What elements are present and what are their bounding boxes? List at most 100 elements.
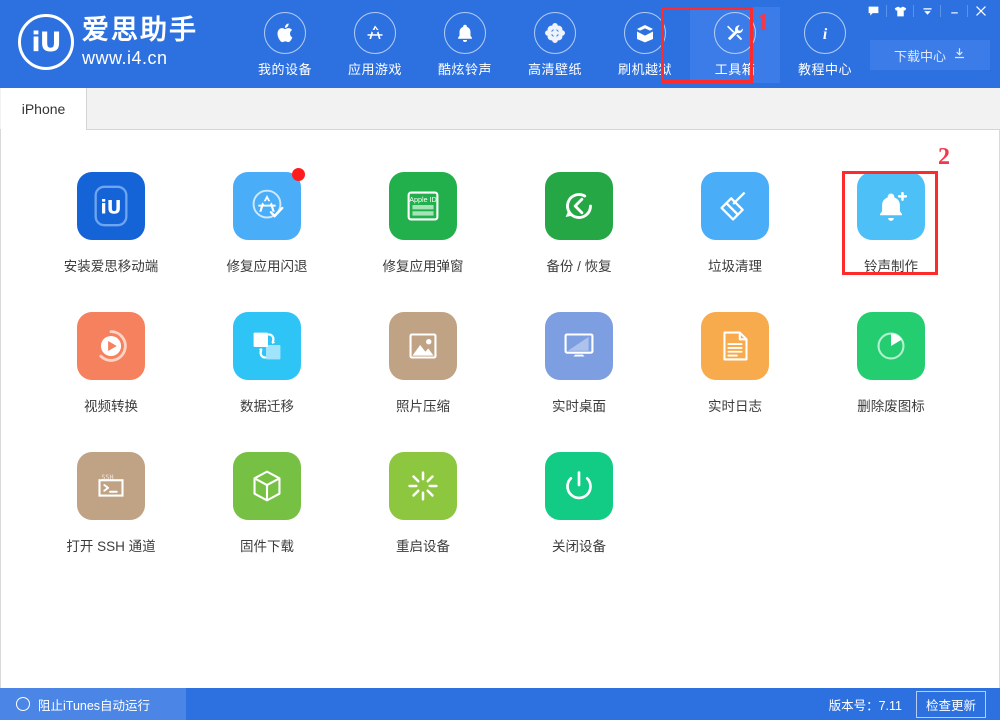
itunes-toggle[interactable]: 阻止iTunes自动运行 (0, 688, 186, 720)
tools-row: SSH 打开 SSH 通道 (1, 448, 1000, 588)
tool-label: 安装爱思移动端 (64, 255, 159, 275)
status-bar-right: 版本号：7.11 检查更新 (829, 691, 1000, 718)
skin-button[interactable] (887, 0, 913, 22)
nav-item-my-device[interactable]: 我的设备 (240, 7, 330, 83)
photo-icon (389, 312, 457, 380)
svg-text:i: i (823, 26, 828, 43)
tool-label: 关闭设备 (552, 535, 606, 555)
tools-content-area: iU 安装爱思移动端 修复应用闪退 (0, 130, 1000, 688)
nav-label: 教程中心 (798, 59, 852, 78)
info-icon: i (804, 12, 846, 54)
brand-name: 爱思助手 (82, 17, 198, 44)
tool-label: 打开 SSH 通道 (66, 535, 155, 555)
annotation-number-2: 2 (938, 144, 950, 171)
migrate-icon (233, 312, 301, 380)
brand-logo-group[interactable]: iU 爱思助手 www.i4.cn (18, 14, 198, 70)
tool-data-migration[interactable]: 数据迁移 (189, 308, 345, 448)
tool-label: 垃圾清理 (708, 255, 762, 275)
tool-backup-restore[interactable]: 备份 / 恢复 (501, 168, 657, 308)
nav-item-wallpapers[interactable]: 高清壁纸 (510, 7, 600, 83)
tools-icon (714, 12, 756, 54)
tool-fix-app-crash[interactable]: 修复应用闪退 (189, 168, 345, 308)
tool-shutdown-device[interactable]: 关闭设备 (501, 448, 657, 588)
nav-label: 刷机越狱 (618, 59, 672, 78)
tools-grid: iU 安装爱思移动端 修复应用闪退 (1, 168, 1000, 588)
tool-firmware-download[interactable]: 固件下载 (189, 448, 345, 588)
box-open-icon (624, 12, 666, 54)
nav-item-flash-jailbreak[interactable]: 刷机越狱 (600, 7, 690, 83)
tool-fix-app-popup[interactable]: Apple ID 修复应用弹窗 (345, 168, 501, 308)
pie-chart-icon (857, 312, 925, 380)
tools-row: 视频转换 数据迁移 (1, 308, 1000, 448)
tool-label: 实时桌面 (552, 395, 606, 415)
tool-junk-cleanup[interactable]: 垃圾清理 (657, 168, 813, 308)
tool-label: 数据迁移 (240, 395, 294, 415)
download-icon (953, 47, 966, 63)
tool-live-desktop[interactable]: 实时桌面 (501, 308, 657, 448)
nav-item-apps-games[interactable]: 应用游戏 (330, 7, 420, 83)
notification-badge (292, 168, 305, 181)
ssh-terminal-icon: SSH (77, 452, 145, 520)
power-icon (545, 452, 613, 520)
app-window: iU 爱思助手 www.i4.cn 我的设备 应用游戏 (0, 0, 1000, 720)
cube-icon (233, 452, 301, 520)
chevron-down-icon (921, 5, 934, 18)
tools-row: iU 安装爱思移动端 修复应用闪退 (1, 168, 1000, 308)
window-controls (860, 0, 994, 22)
tab-label: iPhone (22, 101, 66, 117)
tool-live-log[interactable]: 实时日志 (657, 308, 813, 448)
radio-icon (16, 697, 30, 711)
nav-label: 工具箱 (715, 59, 756, 78)
tool-label: 修复应用弹窗 (383, 255, 464, 275)
annotation-number-1: 1 (757, 10, 769, 37)
nav-label: 应用游戏 (348, 59, 402, 78)
bell-icon (444, 12, 486, 54)
main-nav: 我的设备 应用游戏 酷炫铃声 高清壁纸 (240, 7, 870, 83)
broom-icon (701, 172, 769, 240)
i4-app-icon: iU (77, 172, 145, 240)
tool-label: 删除废图标 (857, 395, 925, 415)
download-center-label: 下载中心 (894, 46, 946, 65)
tool-photo-compress[interactable]: 照片压缩 (345, 308, 501, 448)
tool-label: 实时日志 (708, 395, 762, 415)
check-update-button[interactable]: 检查更新 (916, 691, 986, 718)
minimize-button[interactable] (941, 0, 967, 22)
brand-url: www.i4.cn (82, 49, 198, 67)
download-center-button[interactable]: 下载中心 (870, 40, 990, 70)
bell-plus-icon (857, 172, 925, 240)
tool-remove-broken-icons[interactable]: 删除废图标 (813, 308, 969, 448)
nav-item-tutorials[interactable]: i 教程中心 (780, 7, 870, 83)
itunes-toggle-label: 阻止iTunes自动运行 (38, 695, 150, 714)
menu-button[interactable] (914, 0, 940, 22)
nav-label: 我的设备 (258, 59, 312, 78)
tool-label: 照片压缩 (396, 395, 450, 415)
tool-label: 修复应用闪退 (227, 255, 308, 275)
appstore-check-icon (233, 172, 301, 240)
app-header: iU 爱思助手 www.i4.cn 我的设备 应用游戏 (0, 0, 1000, 88)
i4-logo-icon: iU (18, 14, 74, 70)
tool-label: 备份 / 恢复 (546, 255, 611, 275)
monitor-icon (545, 312, 613, 380)
nav-label: 高清壁纸 (528, 59, 582, 78)
tool-label: 铃声制作 (864, 255, 918, 275)
document-lines-icon (701, 312, 769, 380)
tool-open-ssh[interactable]: SSH 打开 SSH 通道 (33, 448, 189, 588)
close-button[interactable] (968, 0, 994, 22)
spinner-icon (389, 452, 457, 520)
nav-item-ringtones[interactable]: 酷炫铃声 (420, 7, 510, 83)
tool-label: 视频转换 (84, 395, 138, 415)
tool-install-i4-mobile[interactable]: iU 安装爱思移动端 (33, 168, 189, 308)
tool-label: 重启设备 (396, 535, 450, 555)
play-circle-icon (77, 312, 145, 380)
apple-id-card-icon: Apple ID (389, 172, 457, 240)
nav-label: 酷炫铃声 (438, 59, 492, 78)
tool-video-convert[interactable]: 视频转换 (33, 308, 189, 448)
tab-iphone[interactable]: iPhone (1, 88, 87, 130)
minimize-icon (948, 5, 961, 18)
version-label: 版本号：7.11 (829, 695, 902, 714)
apple-icon (264, 12, 306, 54)
tool-ringtone-maker[interactable]: 铃声制作 (813, 168, 969, 308)
tshirt-icon (894, 5, 907, 18)
close-icon (974, 4, 988, 18)
tool-restart-device[interactable]: 重启设备 (345, 448, 501, 588)
